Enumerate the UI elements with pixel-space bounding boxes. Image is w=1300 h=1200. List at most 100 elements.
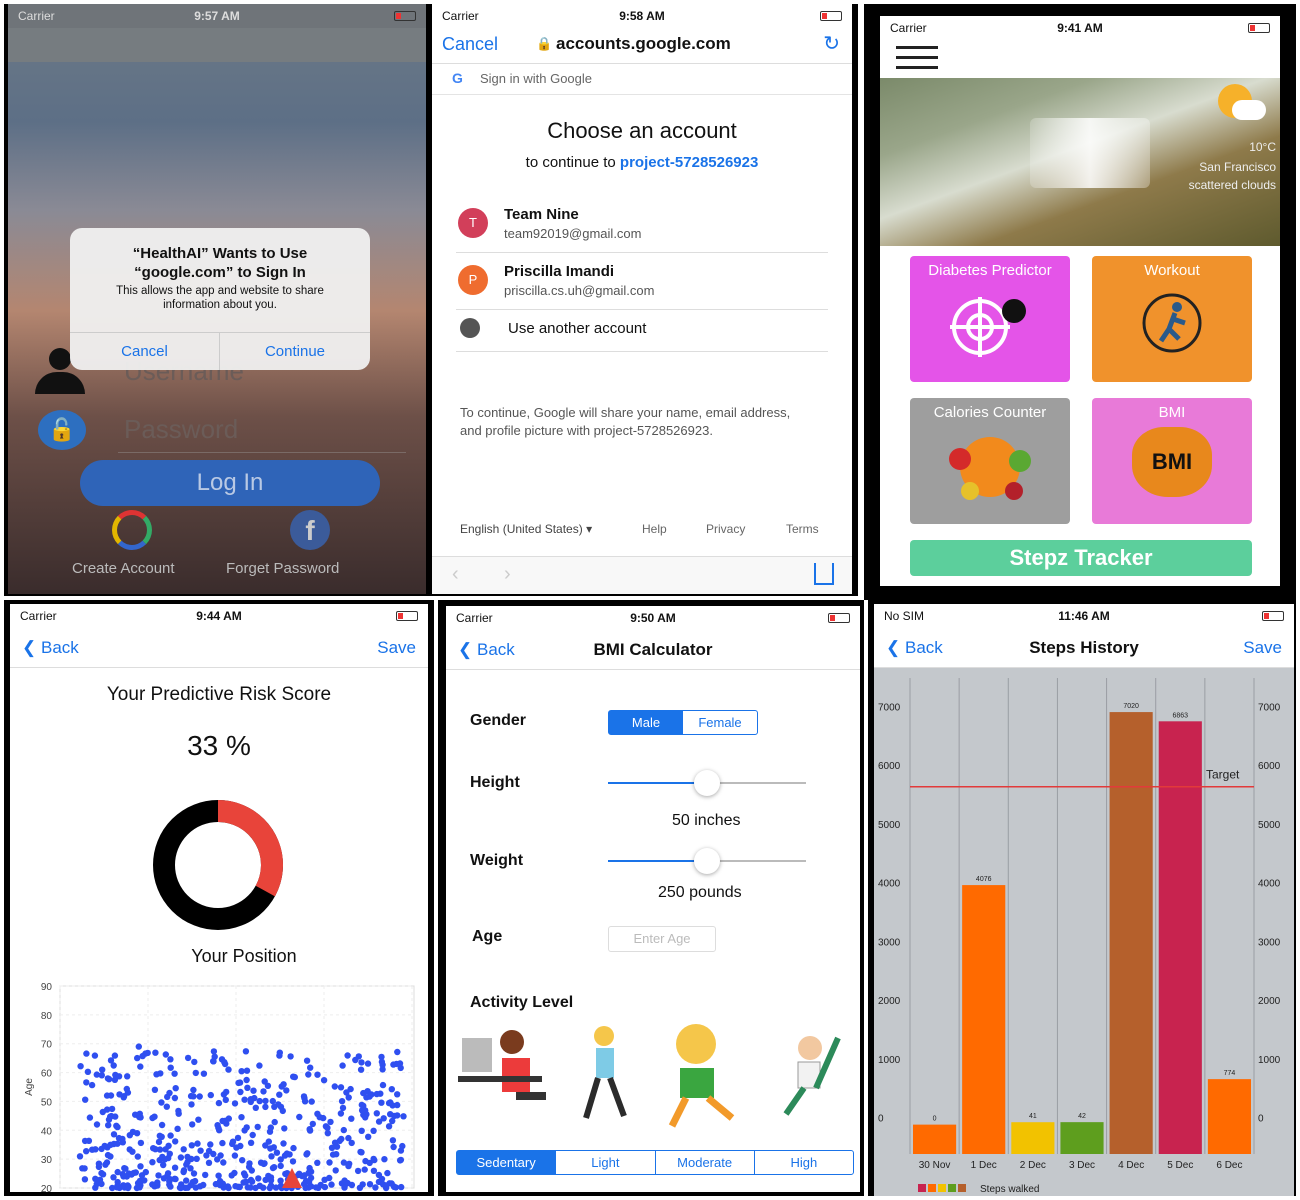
reload-icon[interactable]: ↻ <box>823 31 840 56</box>
account-row[interactable]: P Priscilla Imandi priscilla.cs.uh@gmail.c… <box>456 253 828 310</box>
scatter-point <box>348 1181 356 1189</box>
save-button[interactable]: Save <box>377 638 416 658</box>
terms-link[interactable]: Terms <box>786 522 819 536</box>
privacy-link[interactable]: Privacy <box>706 522 745 536</box>
login-button[interactable]: Log In <box>80 460 380 506</box>
scatter-point <box>308 1098 315 1105</box>
y-tick-label: 40 <box>41 1126 53 1137</box>
scatter-point <box>215 1172 222 1179</box>
alert-cancel-button[interactable]: Cancel <box>70 333 220 370</box>
help-link[interactable]: Help <box>642 522 667 536</box>
scatter-point <box>110 1174 117 1181</box>
bar-value-label: 42 <box>1078 1113 1086 1120</box>
scatter-point <box>394 1101 401 1109</box>
slider-fill <box>608 782 707 784</box>
scatter-point <box>283 1150 291 1157</box>
forward-arrow-icon[interactable]: › <box>504 563 511 586</box>
y-tick-label-right: 7000 <box>1258 702 1281 713</box>
scatter-point <box>260 1184 267 1191</box>
save-button[interactable]: Save <box>1243 638 1282 658</box>
risk-screen: Carrier 9:44 AM ❮ Back Save Your Predict… <box>10 604 428 1192</box>
x-tick-label: 4 Dec <box>1118 1160 1144 1171</box>
hamburger-menu-icon[interactable] <box>896 46 938 69</box>
activity-option[interactable]: Light <box>556 1151 656 1174</box>
activity-option[interactable]: Sedentary <box>457 1151 557 1174</box>
age-input[interactable]: Enter Age <box>608 926 716 952</box>
light-jogger-icon <box>583 1026 627 1119</box>
height-slider[interactable] <box>608 770 806 796</box>
workout-tile[interactable]: Workout <box>1092 256 1252 382</box>
sun-cloud-icon <box>1214 84 1266 124</box>
male-option[interactable]: Male <box>609 711 683 734</box>
scatter-point <box>242 1048 250 1055</box>
scatter-point <box>166 1150 173 1157</box>
facebook-icon[interactable]: f <box>290 510 330 550</box>
scatter-point <box>248 1178 256 1185</box>
language-select[interactable]: English (United States) ▾ <box>460 522 592 536</box>
scatter-point <box>277 1162 284 1170</box>
scatter-point <box>358 1149 365 1156</box>
scatter-point <box>320 1077 328 1084</box>
calories-counter-tile[interactable]: Calories Counter <box>910 398 1070 524</box>
google-icon[interactable] <box>112 510 152 550</box>
activity-illustrations <box>458 1024 841 1128</box>
scatter-point <box>373 1110 380 1117</box>
scatter-point <box>372 1184 379 1191</box>
weight-slider[interactable] <box>608 848 806 874</box>
female-option[interactable]: Female <box>683 711 757 734</box>
login-screen: Carrier 9:57 AM Username 🔓 Password Log … <box>8 4 426 594</box>
scatter-point <box>163 1103 170 1110</box>
diabetes-predictor-tile[interactable]: Diabetes Predictor <box>910 256 1070 382</box>
scatter-point <box>270 1144 277 1151</box>
scatter-point <box>315 1184 322 1191</box>
account-row[interactable]: T Team Nine team92019@gmail.com <box>456 196 828 253</box>
password-field[interactable]: Password <box>124 414 238 445</box>
slider-thumb[interactable] <box>694 848 720 874</box>
scatter-point <box>221 1059 228 1066</box>
slider-thumb[interactable] <box>694 770 720 796</box>
scatter-point <box>326 1159 333 1166</box>
back-button[interactable]: ❮ Back <box>22 638 79 658</box>
bar <box>1207 1079 1251 1154</box>
back-button[interactable]: ❮ Back <box>886 638 943 658</box>
scatter-point <box>108 1105 116 1113</box>
cancel-button[interactable]: Cancel <box>442 34 498 55</box>
url-text: accounts.google.com <box>556 34 731 53</box>
activity-option[interactable]: Moderate <box>656 1151 755 1174</box>
back-button[interactable]: ❮ Back <box>458 640 515 660</box>
activity-option[interactable]: High <box>755 1151 853 1174</box>
scatter-point <box>188 1101 195 1108</box>
project-link[interactable]: project-5728526923 <box>620 154 758 171</box>
scatter-point <box>210 1058 217 1065</box>
alert-continue-button[interactable]: Continue <box>220 333 370 370</box>
scatter-point <box>238 1114 245 1121</box>
scatter-point <box>187 1181 194 1189</box>
scatter-point <box>129 1128 137 1136</box>
age-label: Age <box>472 928 503 945</box>
account-name: Team Nine <box>504 206 579 223</box>
scatter-point <box>219 1139 226 1147</box>
scatter-point <box>228 1172 235 1179</box>
scatter-point <box>339 1062 346 1069</box>
scatter-point <box>237 1088 244 1096</box>
create-account-link[interactable]: Create Account <box>72 560 175 577</box>
scatter-point <box>242 1172 249 1179</box>
y-tick-label: 3000 <box>878 937 901 948</box>
stepz-tracker-button[interactable]: Stepz Tracker <box>910 540 1252 576</box>
share-icon[interactable] <box>814 563 834 585</box>
use-another-account[interactable]: Use another account <box>456 312 828 352</box>
scatter-point <box>155 1172 162 1179</box>
x-tick-label: 2 Dec <box>1020 1160 1046 1171</box>
scatter-point <box>99 1171 107 1178</box>
scatter-point <box>200 1070 208 1077</box>
y-tick-label: 50 <box>41 1097 53 1108</box>
forget-password-link[interactable]: Forget Password <box>226 560 339 577</box>
position-title: Your Position <box>191 946 297 966</box>
bmi-tile[interactable]: BMI BMI <box>1092 398 1252 524</box>
y-tick-label-right: 2000 <box>1258 996 1281 1007</box>
scatter-point <box>81 1176 89 1183</box>
scatter-point <box>390 1143 397 1151</box>
back-arrow-icon[interactable]: ‹ <box>452 563 459 586</box>
scatter-point <box>370 1127 377 1134</box>
scatter-point <box>328 1181 335 1188</box>
